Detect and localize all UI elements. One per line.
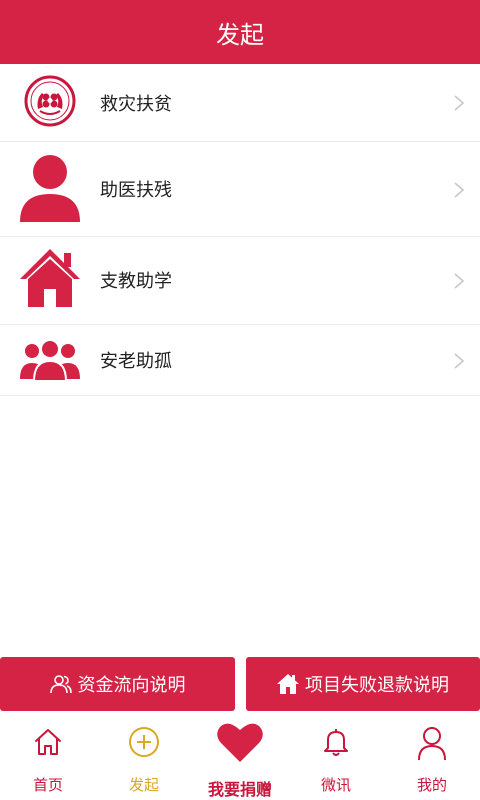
list-item-education-aid[interactable]: 支教助学 xyxy=(0,237,480,325)
tab-label: 首页 xyxy=(32,776,63,794)
users-icon xyxy=(49,675,72,694)
tab-label: 我要捐赠 xyxy=(207,780,272,799)
top-bar: 发起 xyxy=(0,0,480,64)
list-item-label: 安老助孤 xyxy=(100,351,172,372)
list-item-label: 支教助学 xyxy=(100,271,172,292)
user-outline-icon xyxy=(384,726,480,762)
refund-explanation-label: 项目失败退款说明 xyxy=(305,675,449,696)
person-icon xyxy=(18,154,82,222)
action-buttons: 资金流向说明 项目失败退款说明 xyxy=(0,657,480,711)
list-item-medical-aid[interactable]: 助医扶残 xyxy=(0,142,480,237)
fund-flow-button[interactable]: 资金流向说明 xyxy=(0,657,235,711)
chevron-right-icon xyxy=(454,95,465,111)
tab-launch[interactable]: 发起 xyxy=(96,716,192,800)
bottom-tab-bar: 首页 发起 我要捐赠 微讯 我的 xyxy=(0,716,480,800)
bell-icon xyxy=(288,726,384,758)
home-icon xyxy=(277,674,299,694)
category-list: 救灾扶贫 助医扶残 支教助学 安老助孤 xyxy=(0,64,480,396)
group-icon xyxy=(18,339,82,381)
refund-explanation-button[interactable]: 项目失败退款说明 xyxy=(246,657,480,711)
tab-label: 微讯 xyxy=(320,776,351,794)
list-item-label: 助医扶残 xyxy=(100,180,172,201)
list-item-elderly-orphan-aid[interactable]: 安老助孤 xyxy=(0,325,480,396)
list-item-label: 救灾扶贫 xyxy=(100,94,172,115)
tab-news[interactable]: 微讯 xyxy=(288,716,384,800)
home-outline-icon xyxy=(0,726,96,758)
chevron-right-icon xyxy=(454,273,465,289)
page-title: 发起 xyxy=(216,20,264,49)
chevron-right-icon xyxy=(454,182,465,198)
tab-label: 我的 xyxy=(416,776,447,794)
tab-label: 发起 xyxy=(128,776,159,794)
charity-emblem-icon xyxy=(18,75,82,127)
fund-flow-label: 资金流向说明 xyxy=(77,675,186,696)
heart-icon xyxy=(192,720,288,764)
plus-circle-icon xyxy=(96,726,192,758)
chevron-right-icon xyxy=(454,353,465,369)
list-item-disaster-relief[interactable]: 救灾扶贫 xyxy=(0,64,480,142)
tab-mine[interactable]: 我的 xyxy=(384,716,480,800)
tab-home[interactable]: 首页 xyxy=(0,716,96,800)
house-icon xyxy=(18,247,82,309)
tab-donate[interactable]: 我要捐赠 xyxy=(192,716,288,800)
